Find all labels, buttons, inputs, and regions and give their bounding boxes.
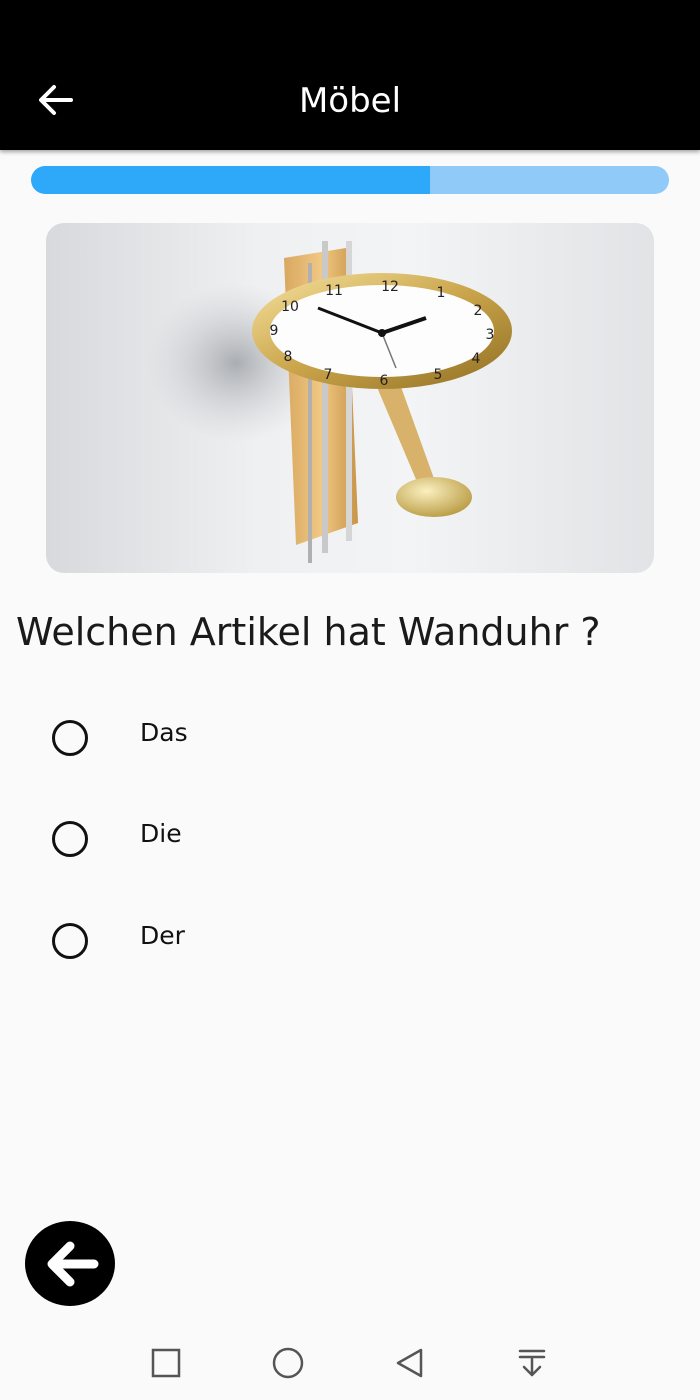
question-image: 12 1 2 3 4 5 6 7 8 9 10 11 [46, 223, 654, 573]
clock-numeral: 8 [284, 349, 293, 365]
back-triangle-icon [396, 1348, 423, 1378]
home-button[interactable] [266, 1341, 310, 1385]
clock-numeral: 6 [380, 373, 389, 389]
clock-numeral: 4 [472, 351, 481, 367]
progress-fill [31, 166, 430, 194]
clock-numeral: 7 [324, 367, 333, 383]
system-back-button[interactable] [388, 1341, 432, 1385]
clock-numeral: 2 [474, 303, 483, 319]
notification-pull-button[interactable] [510, 1341, 554, 1385]
progress-bar [31, 166, 669, 194]
quiz-screen: Möbel 12 1 2 3 4 5 6 7 8 9 10 11 Welchen… [0, 0, 700, 1400]
wall-clock-illustration: 12 1 2 3 4 5 6 7 8 9 10 11 [146, 241, 512, 563]
option-label: Der [140, 921, 185, 950]
option-die[interactable]: Die [0, 799, 700, 879]
page-title: Möbel [298, 81, 402, 121]
radio-button[interactable] [52, 821, 88, 857]
option-label: Die [140, 819, 182, 848]
clock-numeral: 12 [381, 279, 399, 295]
home-icon [272, 1347, 304, 1379]
recent-apps-icon [151, 1348, 181, 1378]
previous-button[interactable] [25, 1221, 115, 1306]
option-der[interactable]: Der [0, 901, 700, 981]
clock-numeral: 5 [434, 367, 443, 383]
system-nav-bar [0, 1325, 700, 1400]
notification-pull-icon [518, 1349, 546, 1377]
option-das[interactable]: Das [0, 698, 700, 778]
option-label: Das [140, 718, 188, 747]
clock-numeral: 1 [437, 285, 446, 301]
radio-button[interactable] [52, 720, 88, 756]
radio-button[interactable] [52, 923, 88, 959]
recent-apps-button[interactable] [144, 1341, 188, 1385]
arrow-left-icon [47, 1241, 99, 1286]
clock-numeral: 3 [486, 327, 495, 343]
question-text: Welchen Artikel hat Wanduhr ? [16, 610, 601, 654]
clock-numeral: 11 [325, 283, 343, 299]
clock-numeral: 10 [281, 299, 299, 315]
clock-numeral: 9 [270, 323, 279, 339]
app-bar: Möbel [0, 0, 700, 150]
